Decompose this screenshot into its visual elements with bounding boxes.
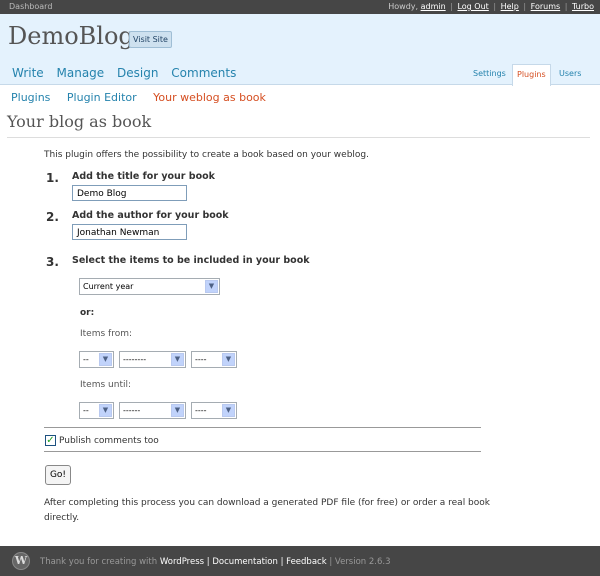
submenu-plugins[interactable]: Plugins	[11, 91, 50, 104]
step-2-label: Add the author for your book	[72, 210, 229, 221]
logout-link[interactable]: Log Out	[457, 2, 488, 11]
until-month-value: ------	[123, 406, 141, 415]
turbo-link[interactable]: Turbo	[572, 2, 594, 11]
main-nav: Write Manage Design Comments	[12, 66, 245, 80]
divider	[44, 427, 481, 428]
book-author-input[interactable]: Jonathan Newman	[72, 224, 187, 240]
separator: |	[329, 557, 333, 567]
chevron-down-icon: ▼	[99, 353, 112, 366]
publish-comments-checkbox[interactable]: ✓	[45, 435, 56, 446]
until-day-value: --	[83, 406, 89, 415]
user-link[interactable]: admin	[421, 2, 446, 11]
until-year-value: ----	[195, 406, 207, 415]
chevron-down-icon: ▼	[205, 280, 218, 293]
admin-header: DemoBlog Visit Site Write Manage Design …	[0, 14, 600, 86]
submenu-weblog-as-book[interactable]: Your weblog as book	[153, 91, 266, 104]
from-year-value: ----	[195, 355, 207, 364]
submenu-plugin-editor[interactable]: Plugin Editor	[67, 91, 137, 104]
documentation-link[interactable]: Documentation	[212, 557, 278, 567]
after-text: After completing this process you can do…	[44, 498, 490, 523]
or-label: or:	[80, 308, 95, 318]
howdy-text: Howdy,	[388, 2, 419, 11]
help-link[interactable]: Help	[501, 2, 519, 11]
tab-settings[interactable]: Settings	[469, 64, 510, 85]
version-text: Version 2.6.3	[334, 557, 391, 567]
plugins-submenu: Plugins Plugin Editor Your weblog as boo…	[11, 91, 279, 104]
admin-top-bar: Dashboard Howdy, admin | Log Out | Help …	[0, 0, 600, 14]
divider	[44, 451, 481, 452]
separator: |	[206, 557, 210, 567]
from-day-value: --	[83, 355, 89, 364]
period-select-value: Current year	[83, 282, 134, 291]
title-divider	[7, 137, 590, 138]
from-year-select[interactable]: ---- ▼	[191, 351, 237, 368]
user-links: Howdy, admin | Log Out | Help | Forums |…	[388, 2, 594, 11]
forums-link[interactable]: Forums	[531, 2, 561, 11]
chevron-down-icon: ▼	[99, 404, 112, 417]
dashboard-link[interactable]: Dashboard	[9, 2, 52, 11]
from-month-value: --------	[123, 355, 147, 364]
period-select[interactable]: Current year ▼	[79, 278, 220, 295]
until-month-select[interactable]: ------ ▼	[119, 402, 186, 419]
footer-text: Thank you for creating with WordPress | …	[40, 557, 391, 567]
separator: |	[523, 2, 527, 11]
secondary-tabs: Settings Plugins Users	[469, 64, 588, 86]
blog-title: DemoBlog	[8, 22, 134, 50]
wordpress-logo-icon[interactable]: W	[12, 552, 30, 570]
tab-plugins[interactable]: Plugins	[512, 64, 551, 86]
separator: |	[280, 557, 284, 567]
intro-text: This plugin offers the possibility to cr…	[44, 150, 369, 160]
footer-thanks: Thank you for creating with	[40, 557, 158, 567]
from-month-select[interactable]: -------- ▼	[119, 351, 186, 368]
step-2-number: 2.	[46, 210, 59, 224]
admin-footer: W Thank you for creating with WordPress …	[0, 546, 600, 576]
separator: |	[493, 2, 497, 11]
nav-comments[interactable]: Comments	[171, 66, 236, 80]
step-1-number: 1.	[46, 171, 59, 185]
step-1-label: Add the title for your book	[72, 171, 215, 182]
book-title-input[interactable]: Demo Blog	[72, 185, 187, 201]
separator: |	[450, 2, 453, 11]
step-3-number: 3.	[46, 255, 59, 269]
chevron-down-icon: ▼	[171, 353, 184, 366]
wordpress-link[interactable]: WordPress	[160, 557, 204, 567]
publish-comments-label[interactable]: Publish comments too	[59, 436, 159, 446]
step-3-label: Select the items to be included in your …	[72, 255, 310, 266]
separator: |	[564, 2, 568, 11]
chevron-down-icon: ▼	[222, 404, 235, 417]
go-button[interactable]: Go!	[45, 465, 71, 485]
nav-write[interactable]: Write	[12, 66, 44, 80]
tab-users[interactable]: Users	[555, 64, 585, 85]
nav-design[interactable]: Design	[117, 66, 158, 80]
chevron-down-icon: ▼	[171, 404, 184, 417]
chevron-down-icon: ▼	[222, 353, 235, 366]
until-day-select[interactable]: -- ▼	[79, 402, 114, 419]
items-until-label: Items until:	[80, 380, 132, 390]
until-year-select[interactable]: ---- ▼	[191, 402, 237, 419]
page-title: Your blog as book	[7, 112, 152, 131]
from-day-select[interactable]: -- ▼	[79, 351, 114, 368]
nav-manage[interactable]: Manage	[57, 66, 105, 80]
items-from-label: Items from:	[80, 329, 133, 339]
feedback-link[interactable]: Feedback	[286, 557, 326, 567]
visit-site-button[interactable]: Visit Site	[129, 31, 172, 48]
